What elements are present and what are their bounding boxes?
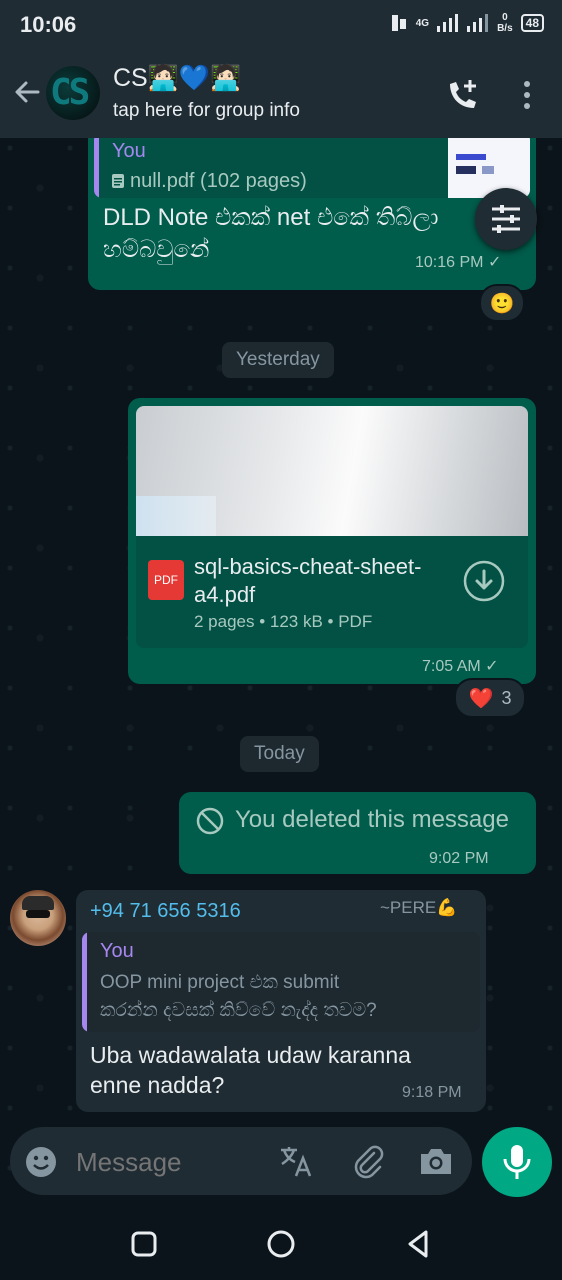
quote-author: You xyxy=(100,940,134,962)
pdf-icon: PDF xyxy=(148,560,184,600)
sent-check-icon: ✓ xyxy=(485,658,499,675)
message-time: 10:16 PM xyxy=(415,254,484,271)
reaction-count: 3 xyxy=(501,687,512,708)
back-arrow-icon[interactable] xyxy=(10,76,42,108)
quoted-message[interactable]: You OOP mini project එක submit කරන්න දවස… xyxy=(82,932,480,1032)
quote-file-name: null.pdf (102 pages) xyxy=(130,170,307,192)
more-options-icon[interactable] xyxy=(516,78,538,112)
group-avatar-text: CS xyxy=(50,72,90,113)
message-incoming[interactable]: +94 71 656 5316 ~PERE💪 You OOP mini proj… xyxy=(76,890,486,1112)
microphone-icon xyxy=(503,1145,531,1179)
message-text-line-2: enne nadda? xyxy=(90,1072,225,1098)
translate-icon[interactable] xyxy=(278,1143,314,1179)
quoted-file-message[interactable]: You null.pdf (102 pages) xyxy=(94,138,530,198)
date-divider-yesterday: Yesterday xyxy=(222,342,334,378)
message-outgoing-1[interactable]: You null.pdf (102 pages) DLD Note එකක් n… xyxy=(88,138,536,290)
tune-icon xyxy=(492,205,520,233)
message-text-line-1: DLD Note එකක් net එකේ තිබ්ලා xyxy=(103,204,439,231)
message-time: 9:02 PM xyxy=(429,850,489,867)
quote-text-line-2: කරන්න දවසක් කිව්වේ නැද්ද තවම? xyxy=(100,1000,377,1021)
recents-button-icon[interactable] xyxy=(128,1228,160,1260)
message-text-line-2: හම්බවුනේ xyxy=(103,236,210,263)
date-divider-today: Today xyxy=(240,736,319,772)
deleted-message-text: You deleted this message xyxy=(235,806,509,833)
group-name[interactable]: CS🧑🏻‍💻💙🧑🏻‍💻 xyxy=(113,64,241,93)
quote-accent-bar xyxy=(94,138,99,198)
status-icons: 4G 0 B/s 48 xyxy=(390,12,544,34)
chat-header: CS CS🧑🏻‍💻💙🧑🏻‍💻 tap here for group info xyxy=(0,52,562,138)
reaction-badge-1[interactable]: 🙂 xyxy=(479,284,525,322)
message-time: 9:18 PM xyxy=(402,1084,462,1101)
signal-icon xyxy=(437,14,459,32)
document-icon xyxy=(112,174,124,188)
download-icon[interactable] xyxy=(463,560,505,602)
message-text-line-1: Uba wadawalata udaw karanna xyxy=(90,1042,411,1068)
file-details: 2 pages • 123 kB • PDF xyxy=(194,612,373,631)
home-button-icon[interactable] xyxy=(264,1227,298,1261)
sent-check-icon: ✓ xyxy=(487,254,502,271)
reaction-emoji: 🙂 xyxy=(489,292,515,315)
network-type-label: 4G xyxy=(415,17,430,29)
message-input[interactable] xyxy=(74,1141,268,1183)
chat-area[interactable]: You null.pdf (102 pages) DLD Note එකක් n… xyxy=(0,138,562,1208)
message-meta: 7:05 AM ✓ xyxy=(422,656,499,676)
quote-text-line-1: OOP mini project එක submit xyxy=(100,972,340,993)
file-name-line-1: sql-basics-cheat-sheet- xyxy=(194,554,422,579)
add-call-icon[interactable] xyxy=(444,76,482,114)
quote-author: You xyxy=(112,140,146,162)
emoji-icon[interactable] xyxy=(24,1145,58,1179)
quote-accent-bar xyxy=(82,932,87,1032)
signal-icon-2 xyxy=(467,14,489,32)
message-composer[interactable] xyxy=(10,1127,472,1195)
message-meta: 10:16 PM ✓ xyxy=(415,252,501,272)
network-speed-unit: B/s xyxy=(497,23,513,34)
message-time: 7:05 AM xyxy=(422,658,481,675)
notification-icon xyxy=(391,15,406,31)
attach-icon[interactable] xyxy=(350,1143,386,1179)
heart-reaction-emoji: ❤️ xyxy=(468,687,494,710)
back-button-icon[interactable] xyxy=(402,1228,434,1260)
group-info-hint[interactable]: tap here for group info xyxy=(113,100,300,122)
message-outgoing-deleted[interactable]: You deleted this message 9:02 PM xyxy=(179,792,536,874)
filter-button[interactable] xyxy=(475,188,537,250)
system-navigation-bar xyxy=(0,1208,562,1280)
group-avatar[interactable]: CS xyxy=(46,66,100,120)
sender-name: ~PERE💪 xyxy=(380,898,458,917)
clock: 10:06 xyxy=(20,12,77,37)
sender-avatar[interactable] xyxy=(10,890,66,946)
network-speed-value: 0 xyxy=(502,12,508,23)
battery-icon: 48 xyxy=(520,14,544,32)
document-preview-image[interactable] xyxy=(136,406,528,536)
sender-number[interactable]: +94 71 656 5316 xyxy=(90,900,241,923)
file-name-line-2: a4.pdf xyxy=(194,582,256,607)
camera-icon[interactable] xyxy=(418,1145,454,1177)
pdf-icon-label: PDF xyxy=(154,573,178,587)
message-outgoing-2[interactable]: PDF sql-basics-cheat-sheet- a4.pdf 2 pag… xyxy=(128,398,536,684)
reaction-badge-2[interactable]: ❤️ 3 xyxy=(454,678,526,718)
deleted-icon xyxy=(196,807,224,835)
voice-message-button[interactable] xyxy=(482,1127,552,1197)
network-speed: 0 B/s xyxy=(497,12,513,34)
document-card[interactable]: PDF sql-basics-cheat-sheet- a4.pdf 2 pag… xyxy=(136,536,528,648)
status-bar: 10:06 4G 0 B/s 48 xyxy=(0,0,562,52)
